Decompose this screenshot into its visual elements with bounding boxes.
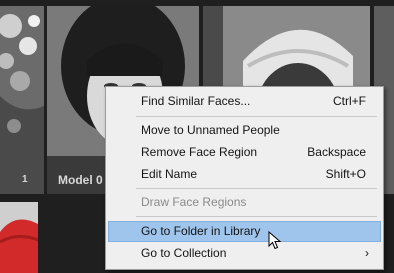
face-tile-left[interactable]: 1 xyxy=(0,6,44,194)
mouse-cursor-icon xyxy=(268,231,282,250)
menu-item-move-to-unnamed[interactable]: Move to Unnamed People xyxy=(108,120,381,141)
menu-item-label: Draw Face Regions xyxy=(141,195,247,209)
menu-separator xyxy=(136,188,377,189)
menu-item-edit-name[interactable]: Edit Name Shift+O xyxy=(108,164,381,185)
menu-item-shortcut: Ctrl+F xyxy=(333,94,366,108)
person-name-label: Model 0 xyxy=(58,173,103,187)
menu-item-shortcut: Backspace xyxy=(307,145,366,159)
blossom-photo xyxy=(0,6,44,194)
submenu-arrow-icon: › xyxy=(365,246,369,260)
menu-item-label: Find Similar Faces... xyxy=(141,94,251,108)
menu-item-find-similar-faces[interactable]: Find Similar Faces... Ctrl+F xyxy=(108,91,381,112)
red-cap-photo xyxy=(0,202,38,273)
photo-count-badge: 1 xyxy=(22,174,28,185)
menu-separator xyxy=(136,116,377,117)
menu-item-label: Move to Unnamed People xyxy=(141,123,280,137)
context-menu: Find Similar Faces... Ctrl+F Move to Unn… xyxy=(105,86,384,270)
menu-item-label: Remove Face Region xyxy=(141,145,258,159)
menu-item-go-to-collection[interactable]: Go to Collection › xyxy=(108,243,381,264)
menu-item-label: Go to Folder in Library xyxy=(141,224,261,238)
menu-item-label: Go to Collection xyxy=(141,246,227,260)
menu-item-shortcut: Shift+O xyxy=(325,167,366,181)
menu-item-draw-face-regions: Draw Face Regions xyxy=(108,192,381,213)
menu-item-label: Edit Name xyxy=(141,167,198,181)
menu-item-remove-face-region[interactable]: Remove Face Region Backspace xyxy=(108,142,381,163)
menu-separator xyxy=(136,216,377,217)
face-tile-bottom[interactable] xyxy=(0,202,38,273)
menu-item-go-to-folder[interactable]: Go to Folder in Library xyxy=(108,221,381,242)
